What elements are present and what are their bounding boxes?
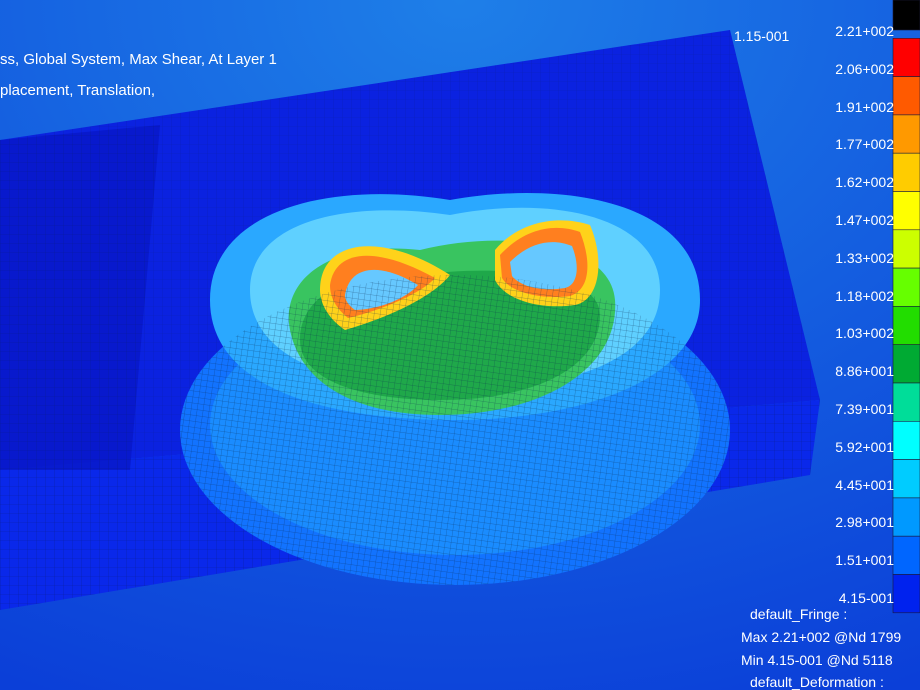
legend-tick-label: 2.21+002 <box>835 23 894 39</box>
legend-swatch <box>892 267 920 307</box>
legend-swatch <box>892 497 920 537</box>
fea-viewport[interactable] <box>0 0 920 690</box>
legend-tick-label: 2.06+002 <box>835 60 894 77</box>
legend-swatch <box>892 344 920 384</box>
legend-tick-label: 1.03+002 <box>835 325 894 342</box>
legend-tick-label: 1.51+001 <box>835 552 894 569</box>
legend-swatch <box>892 459 920 499</box>
max-value-line: Max 2.21+002 @Nd 1799 <box>741 629 902 645</box>
legend-tick-label: 5.92+001 <box>835 438 894 455</box>
fringe-title: default_Fringe : <box>750 606 848 622</box>
legend-swatch <box>892 114 920 154</box>
legend-swatch <box>892 306 920 345</box>
legend-swatch <box>892 574 920 614</box>
legend-tick-label: 1.33+002 <box>835 249 894 266</box>
deformation-title: default_Deformation : <box>750 674 884 690</box>
legend-swatch <box>892 0 920 31</box>
legend-swatch <box>892 76 920 116</box>
result-title-line-2: placement, Translation, <box>0 82 156 99</box>
legend-swatch <box>892 191 920 231</box>
result-title-line-1: ss, Global System, Max Shear, At Layer 1 <box>0 51 277 68</box>
legend-tick-label: 7.39+001 <box>835 401 894 417</box>
fringe-legend <box>892 0 920 614</box>
legend-swatch <box>892 420 920 460</box>
legend-swatch <box>892 37 920 77</box>
legend-swatch <box>892 382 920 422</box>
legend-tick-label: 1.18+002 <box>835 287 894 304</box>
min-value-line: Min 4.15-001 @Nd 5118 <box>741 652 893 668</box>
legend-tick-label: 1.91+002 <box>835 98 894 115</box>
legend-tick-label: 1.62+002 <box>835 174 894 191</box>
legend-tick-label: 1.77+002 <box>835 136 894 153</box>
legend-swatch <box>892 229 920 269</box>
legend-swatch <box>892 535 920 575</box>
legend-swatch <box>892 152 920 192</box>
legend-tick-label: 1.47+002 <box>835 212 894 228</box>
legend-tick-label: 8.86+001 <box>835 363 894 380</box>
legend-tick-label: 4.45+001 <box>835 476 894 493</box>
top-value-label: 1.15-001 <box>734 28 790 44</box>
legend-tick-label: 2.98+001 <box>835 514 894 531</box>
stress-fringe-contours <box>180 193 730 585</box>
legend-tick-label: 4.15-001 <box>838 590 894 606</box>
